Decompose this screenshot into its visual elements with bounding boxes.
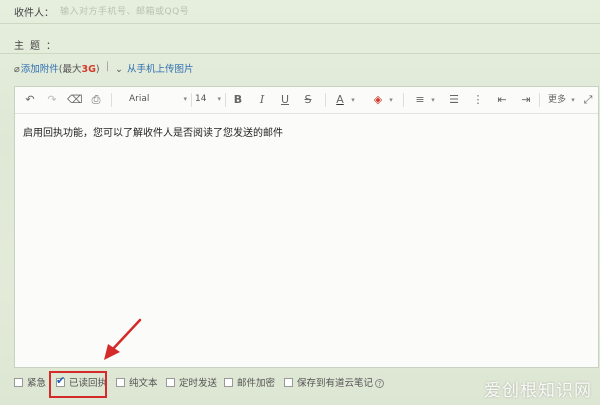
watermark: 爱创根知识网 [484, 381, 592, 401]
annotation-arrow-icon [104, 318, 142, 360]
